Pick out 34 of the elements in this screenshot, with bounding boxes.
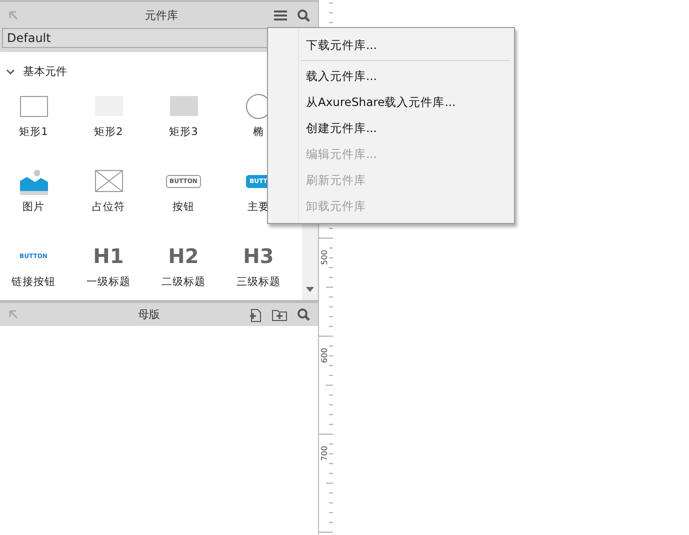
widget-label: 一级标题 bbox=[86, 275, 130, 289]
panel-title: 元件库 bbox=[144, 8, 179, 22]
widget-label: 图片 bbox=[22, 200, 44, 214]
ruler-label: 500 bbox=[320, 250, 329, 265]
add-page-icon[interactable] bbox=[249, 308, 262, 322]
widget-label: 三级标题 bbox=[236, 275, 280, 289]
menu-item[interactable]: 从AxureShare载入元件库... bbox=[268, 89, 514, 115]
heading-sample[interactable]: H1 bbox=[93, 244, 124, 268]
menu-icon[interactable] bbox=[274, 10, 287, 20]
widget-label: 占位符 bbox=[92, 200, 125, 214]
search-icon[interactable] bbox=[297, 8, 310, 22]
widget-label: 矩形1 bbox=[19, 125, 48, 139]
collapse-arrow-icon[interactable] bbox=[8, 10, 19, 20]
widget-label: 矩形3 bbox=[169, 125, 198, 139]
collapse-arrow-icon[interactable] bbox=[8, 309, 19, 320]
placeholder-icon[interactable] bbox=[94, 170, 122, 192]
heading-sample[interactable]: H3 bbox=[243, 244, 274, 268]
widget-label: 椭 bbox=[253, 125, 264, 139]
panel-title: 母版 bbox=[137, 307, 161, 322]
widget-label: 按钮 bbox=[172, 200, 194, 214]
widget-label: 链接按钮 bbox=[12, 275, 56, 289]
widget-label: 矩形2 bbox=[94, 125, 123, 139]
ruler-label: 700 bbox=[320, 446, 329, 461]
widget-label: 主要 bbox=[248, 200, 270, 214]
heading-sample[interactable]: H2 bbox=[168, 244, 199, 268]
menu-item[interactable]: 创建元件库... bbox=[268, 115, 514, 141]
widget-label: 二级标题 bbox=[162, 275, 206, 289]
ruler-label: 600 bbox=[320, 348, 329, 363]
chevron-down-icon bbox=[6, 67, 15, 76]
image-icon[interactable] bbox=[20, 167, 48, 195]
add-folder-icon[interactable] bbox=[272, 308, 287, 321]
scroll-down-icon[interactable] bbox=[306, 287, 314, 292]
search-icon[interactable] bbox=[297, 308, 310, 321]
rectangle-icon[interactable] bbox=[20, 96, 48, 116]
